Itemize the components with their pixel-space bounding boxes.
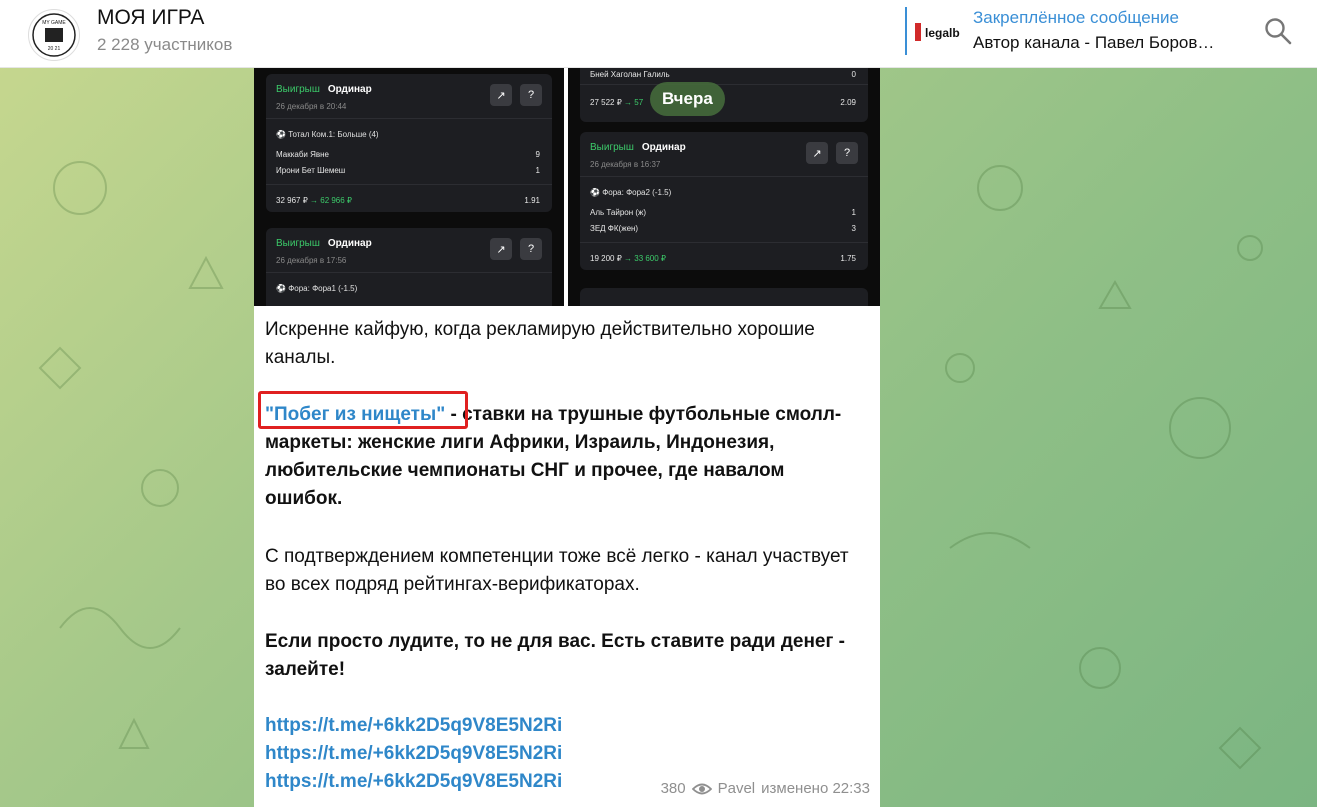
pinned-indicator <box>905 7 907 55</box>
pinned-label: Закреплённое сообщение <box>973 8 1179 27</box>
pinned-preview: Автор канала - Павел Боров… <box>973 33 1215 52</box>
bet-screenshot-left[interactable]: Выигрыш Ординар 26 декабря в 20:44 ↗ ? ⚽ … <box>254 68 564 306</box>
share-icon: ↗ <box>490 84 512 106</box>
message-paragraph-3: С подтверждением компетенции тоже всё ле… <box>265 546 849 595</box>
bet-card: Выигрыш Ординар 26 декабря в 17:56 ↗ ? ⚽ … <box>266 228 552 306</box>
channel-title[interactable]: МОЯ ИГРА <box>97 6 204 30</box>
svg-text:20 21: 20 21 <box>48 46 61 52</box>
svg-text:legalb: legalb <box>925 26 960 40</box>
bet-card: Выигрыш Ординар 26 декабря в 16:37 ↗ ? ⚽ … <box>580 132 868 270</box>
help-icon: ? <box>520 84 542 106</box>
chat-header: MY GAME 20 21 МОЯ ИГРА 2 228 участников … <box>0 0 1317 68</box>
pinned-thumbnail: legalb <box>915 15 971 49</box>
help-icon: ? <box>520 238 542 260</box>
help-icon: ? <box>836 142 858 164</box>
pinned-message[interactable]: legalb Закреплённое сообщение Автор кана… <box>905 5 1245 57</box>
date-separator: Вчера <box>650 82 725 116</box>
channel-logo-icon: MY GAME 20 21 <box>32 13 76 57</box>
share-icon: ↗ <box>806 142 828 164</box>
share-icon: ↗ <box>490 238 512 260</box>
edited-time: изменено 22:33 <box>761 780 870 797</box>
eye-icon <box>691 783 712 794</box>
message-media[interactable]: Выигрыш Ординар 26 декабря в 20:44 ↗ ? ⚽ … <box>254 68 880 306</box>
channel-avatar[interactable]: MY GAME 20 21 <box>28 9 80 61</box>
message-meta: 380 Pavel изменено 22:33 <box>661 780 870 797</box>
highlight-box <box>258 391 468 429</box>
search-button[interactable] <box>1263 16 1293 46</box>
post-author: Pavel <box>717 780 756 797</box>
member-count: 2 228 участников <box>97 35 233 54</box>
svg-text:MY GAME: MY GAME <box>42 20 66 26</box>
message-paragraph-4: Если просто лудите, то не для вас. Есть … <box>265 631 846 680</box>
invite-link[interactable]: https://t.me/+6kk2D5q9V8E5N2Ri <box>265 740 865 768</box>
message-paragraph-1: Искренне кайфую, когда рекламирую действ… <box>265 319 815 368</box>
search-icon <box>1265 18 1292 45</box>
invite-link[interactable]: https://t.me/+6kk2D5q9V8E5N2Ri <box>265 712 865 740</box>
view-count: 380 <box>660 780 686 797</box>
bet-card: Выигрыш Ординар 26 декабря в 20:44 ↗ ? ⚽ … <box>266 74 552 212</box>
bet-card <box>580 288 868 306</box>
message-bubble: Выигрыш Ординар 26 декабря в 20:44 ↗ ? ⚽ … <box>254 68 880 807</box>
